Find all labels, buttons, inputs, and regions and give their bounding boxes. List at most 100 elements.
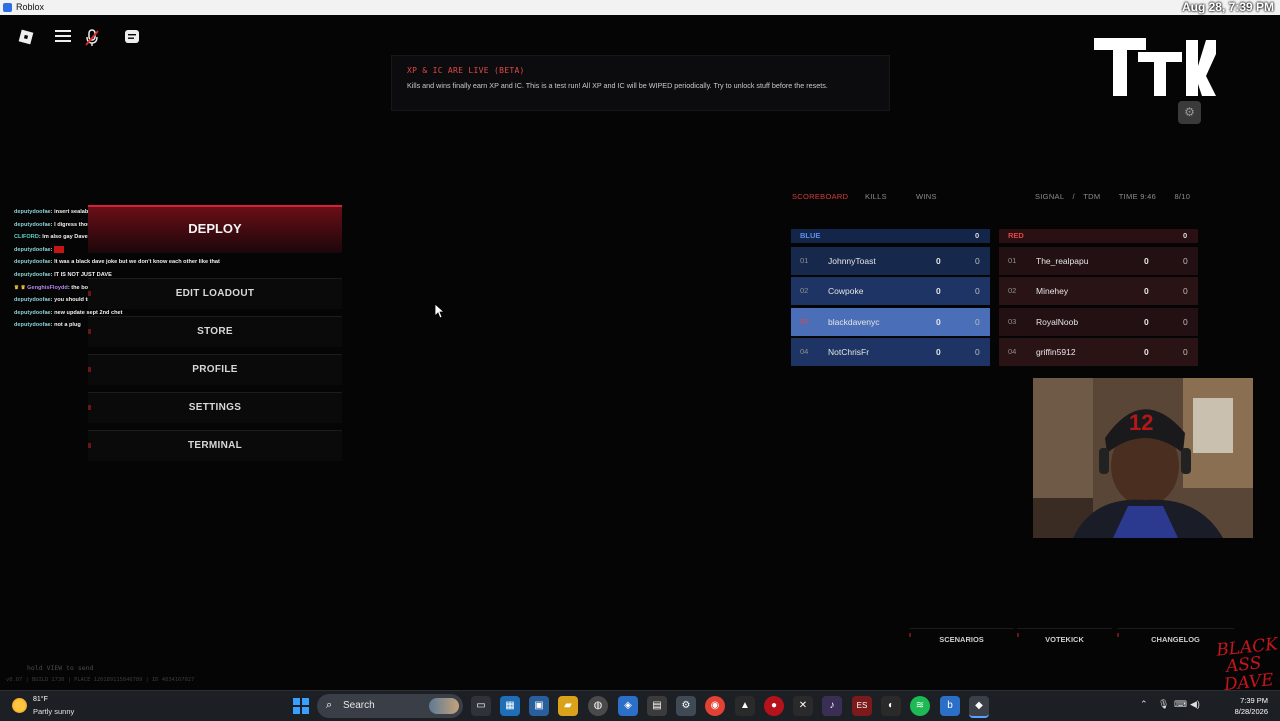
steam-icon: ⚙ bbox=[1178, 101, 1201, 124]
player-deaths: 0 bbox=[1183, 256, 1188, 266]
settings-label: SETTINGS bbox=[188, 402, 242, 413]
chat-username[interactable]: deputydoofae bbox=[14, 310, 51, 316]
button-accent-tick bbox=[1117, 633, 1119, 637]
bing-icon[interactable]: b bbox=[940, 696, 960, 716]
obs-icon[interactable]: ▲ bbox=[735, 696, 755, 716]
button-accent-tick bbox=[88, 291, 91, 296]
tray-volume-icon[interactable]: ◀) bbox=[1190, 699, 1200, 710]
votekick-label: VOTEKICK bbox=[1045, 635, 1084, 644]
chat-message: deputydoofae: It was a black dave joke b… bbox=[14, 256, 344, 269]
terminal-button[interactable]: TERMINAL bbox=[88, 430, 342, 461]
deploy-button[interactable]: DEPLOY bbox=[88, 205, 342, 253]
windows-start-icon[interactable] bbox=[293, 698, 309, 714]
chat-username[interactable]: GenghisFloydd bbox=[27, 285, 68, 291]
epic-games-icon[interactable]: ✕ bbox=[793, 696, 813, 716]
player-rank: 01 bbox=[800, 256, 809, 265]
red-player-row[interactable]: 03 RoyalNoob 0 0 bbox=[999, 307, 1198, 336]
blue-player-row[interactable]: 01 JohnnyToast 0 0 bbox=[791, 247, 990, 275]
player-kills: 0 bbox=[1144, 346, 1149, 357]
edit-loadout-button[interactable]: EDIT LOADOUT bbox=[88, 278, 342, 309]
roblox-app-icon bbox=[3, 3, 12, 13]
red-player-row[interactable]: 01 The_realpapu 0 0 bbox=[999, 247, 1198, 275]
ttk-logo bbox=[1094, 38, 1216, 96]
store-app-icon[interactable]: ▦ bbox=[500, 696, 520, 716]
player-deaths: 0 bbox=[1183, 316, 1188, 327]
settings-gear-icon[interactable]: ⚙ bbox=[676, 696, 696, 716]
es-app-icon[interactable]: ES bbox=[852, 696, 872, 716]
player-deaths: 0 bbox=[975, 316, 980, 327]
chrome-icon[interactable]: ◉ bbox=[705, 696, 725, 716]
blue-team-header: BLUE 0 bbox=[791, 229, 990, 243]
tab-kills[interactable]: KILLS bbox=[865, 192, 887, 201]
music-app-icon[interactable]: ♪ bbox=[822, 696, 842, 716]
chat-username[interactable]: deputydoofae bbox=[14, 297, 51, 303]
chat-text: Im also gay Dave bbox=[42, 234, 88, 241]
explorer-app-icon[interactable]: ▣ bbox=[529, 696, 549, 716]
weather-description: Partly sunny bbox=[33, 707, 75, 716]
player-deaths: 0 bbox=[1183, 346, 1188, 357]
taskbar-search[interactable]: ⌕ Search bbox=[317, 694, 463, 718]
roblox-taskbar-icon[interactable]: ◆ bbox=[969, 696, 989, 718]
record-icon[interactable]: ● bbox=[764, 696, 784, 716]
chat-redacted-block bbox=[54, 245, 65, 253]
player-rank: 04 bbox=[800, 346, 809, 356]
scenarios-button[interactable]: SCENARIOS bbox=[909, 628, 1014, 651]
player-rank: 02 bbox=[800, 286, 809, 296]
announcement-body: Kills and wins finally earn XP and IC. T… bbox=[407, 81, 828, 90]
red-player-row[interactable]: 02 Minehey 0 0 bbox=[999, 277, 1198, 306]
app-circle-icon[interactable]: ◍ bbox=[588, 696, 608, 716]
tray-mic-icon[interactable]: 🎙 bbox=[1158, 699, 1169, 710]
calculator-icon[interactable]: ▤ bbox=[647, 696, 667, 716]
chat-username[interactable]: deputydoofae bbox=[14, 209, 51, 215]
taskbar-clock[interactable]: 7:39 PM 8/28/2026 bbox=[1235, 695, 1268, 717]
weather-temperature: 81°F bbox=[33, 696, 48, 703]
votekick-button[interactable]: VOTEKICK bbox=[1017, 628, 1112, 651]
player-name: blackdavenyc bbox=[828, 316, 880, 327]
chat-username[interactable]: deputydoofae bbox=[14, 222, 51, 228]
weather-sun-icon bbox=[12, 698, 27, 713]
folder-icon[interactable]: ▰ bbox=[558, 696, 578, 716]
blue-player-row[interactable]: 04 NotChrisFr 0 0 bbox=[791, 337, 990, 366]
chat-username[interactable]: deputydoofae bbox=[14, 247, 51, 253]
player-kills: 0 bbox=[936, 346, 941, 357]
edit-loadout-label: EDIT LOADOUT bbox=[175, 288, 255, 299]
chat-icon[interactable] bbox=[123, 29, 141, 47]
chat-username[interactable]: deputydoofae bbox=[14, 259, 51, 265]
task-view-icon[interactable]: ▭ bbox=[471, 696, 491, 716]
tab-scoreboard[interactable]: SCOREBOARD bbox=[792, 192, 848, 201]
store-button[interactable]: STORE bbox=[88, 316, 342, 347]
taskbar-date: 8/28/2026 bbox=[1234, 707, 1268, 716]
settings-button[interactable]: SETTINGS bbox=[88, 392, 342, 423]
chat-username[interactable]: deputydoofae bbox=[14, 322, 51, 328]
tray-chevron-icon[interactable]: ⌃ bbox=[1140, 699, 1148, 710]
scenarios-label: SCENARIOS bbox=[939, 635, 984, 644]
hamburger-menu-icon[interactable] bbox=[54, 29, 72, 47]
profile-button[interactable]: PROFILE bbox=[88, 354, 342, 385]
chat-username[interactable]: deputydoofae bbox=[14, 272, 51, 278]
tray-network-icon[interactable]: ⌨ bbox=[1174, 699, 1187, 710]
microphone-muted-icon[interactable] bbox=[83, 29, 101, 47]
red-team-name: RED bbox=[1008, 231, 1024, 240]
weather-widget[interactable]: 81°F Partly sunny bbox=[12, 694, 102, 718]
blue-player-row[interactable]: 02 Cowpoke 0 0 bbox=[791, 277, 990, 306]
button-accent-tick bbox=[88, 405, 91, 410]
player-rank: 04 bbox=[1008, 346, 1017, 356]
player-kills: 0 bbox=[936, 256, 941, 266]
steam-app-icon[interactable]: ◐ bbox=[881, 696, 901, 716]
overlay-timestamp: Aug 28, 7:39 PM bbox=[1181, 0, 1274, 14]
player-kills: 0 bbox=[936, 286, 941, 297]
blue-team-score: 0 bbox=[975, 231, 980, 240]
button-accent-tick bbox=[88, 329, 91, 334]
red-player-row[interactable]: 04 griffin5912 0 0 bbox=[999, 337, 1198, 366]
streamer-watermark-logo: BLACK ASS DAVE bbox=[1214, 634, 1280, 695]
spotify-icon[interactable]: ≋ bbox=[910, 696, 930, 716]
teams-icon[interactable]: ◈ bbox=[618, 696, 638, 716]
chat-username[interactable]: CLIFORD bbox=[14, 234, 39, 240]
roblox-logo-icon[interactable] bbox=[17, 29, 35, 47]
player-name: griffin5912 bbox=[1036, 346, 1076, 357]
tab-wins[interactable]: WINS bbox=[916, 192, 937, 201]
search-icon: ⌕ bbox=[326, 699, 333, 711]
button-accent-tick bbox=[88, 443, 91, 448]
player-kills: 0 bbox=[1144, 256, 1149, 266]
blue-player-row[interactable]: 03 blackdavenyc 0 0 bbox=[791, 307, 990, 336]
